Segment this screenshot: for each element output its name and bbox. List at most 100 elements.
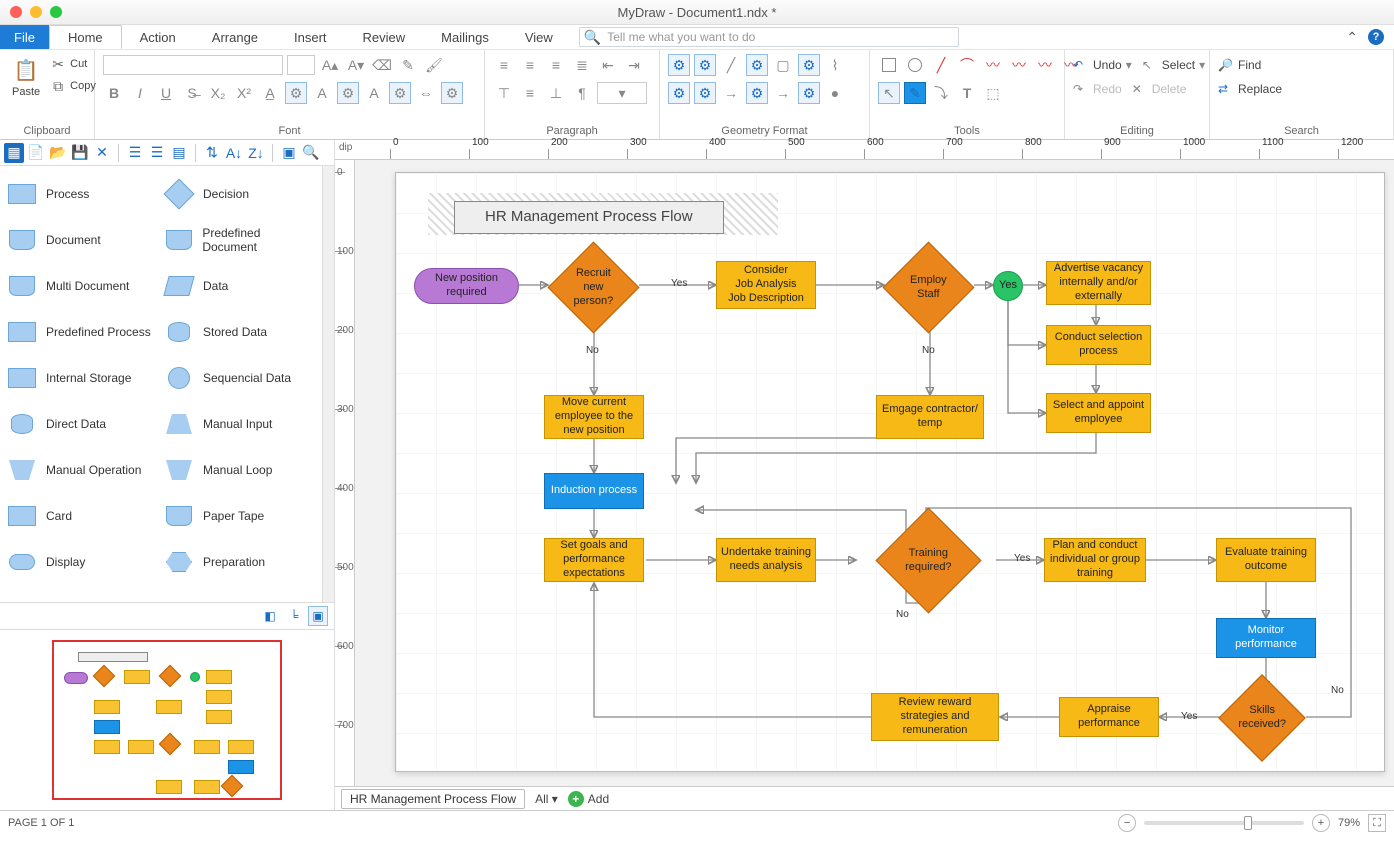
line-style-icon[interactable]: ╱	[720, 54, 742, 76]
arrow-start-icon[interactable]: →	[720, 82, 742, 104]
shadow-icon[interactable]: ▢	[772, 54, 794, 76]
node-select-appoint[interactable]: Select and appoint employee	[1046, 393, 1151, 433]
fill-gear-icon[interactable]: ⚙	[668, 54, 690, 76]
zoom-out-button[interactable]: −	[1118, 814, 1136, 832]
node-yes-circle[interactable]: Yes	[993, 271, 1023, 301]
undo-button[interactable]: ↶Undo▾	[1073, 54, 1132, 76]
shadow-gear-icon[interactable]: ⚙	[798, 54, 820, 76]
chart-title[interactable]: HR Management Process Flow	[454, 201, 724, 234]
node-consider[interactable]: Consider Job Analysis Job Description	[716, 261, 816, 309]
shape-direct-data[interactable]: Direct Data	[6, 404, 159, 444]
shape-stored-data[interactable]: Stored Data	[163, 312, 316, 352]
line-spacing-icon[interactable]: ¶	[571, 82, 593, 104]
tool-line-icon[interactable]: ╱	[930, 54, 952, 76]
shape-seq-data[interactable]: Sequencial Data	[163, 358, 316, 398]
format-painter-icon[interactable]: 🖌	[423, 54, 445, 76]
panel-search-icon[interactable]: 🔍	[301, 143, 321, 163]
decrease-font-icon[interactable]: A▾	[345, 54, 367, 76]
redo-button[interactable]: ↷Redo	[1073, 78, 1122, 100]
node-skills[interactable]: Skills received?	[1218, 674, 1306, 762]
tab-insert[interactable]: Insert	[276, 25, 345, 49]
increase-font-icon[interactable]: A▴	[319, 54, 341, 76]
align-center-icon[interactable]: ≡	[519, 54, 541, 76]
underline-icon[interactable]: U	[155, 82, 177, 104]
panel-toggle-icon[interactable]: ▣	[279, 143, 299, 163]
collapse-ribbon-icon[interactable]: ⌃	[1346, 29, 1358, 46]
geom-gear-3-icon[interactable]: ⚙	[746, 82, 768, 104]
tool-rect-icon[interactable]	[878, 54, 900, 76]
clear-format-icon[interactable]: ⌫	[371, 54, 393, 76]
help-icon[interactable]: ?	[1368, 29, 1384, 45]
sheet-tab-active[interactable]: HR Management Process Flow	[341, 789, 525, 809]
tab-home[interactable]: Home	[49, 25, 122, 49]
pointer-tool-icon[interactable]: ↖	[878, 82, 900, 104]
shape-preparation[interactable]: Preparation	[163, 542, 316, 582]
zoom-in-button[interactable]: +	[1312, 814, 1330, 832]
pencil-tool-icon[interactable]: ✎	[904, 82, 926, 104]
node-conduct-selection[interactable]: Conduct selection process	[1046, 325, 1151, 365]
bullets-icon[interactable]: ≣	[571, 54, 593, 76]
geom-gear-1-icon[interactable]: ⚙	[668, 82, 690, 104]
node-undertake[interactable]: Undertake training needs analysis	[716, 538, 816, 582]
pan-tool-icon[interactable]: ⬚	[982, 82, 1004, 104]
delete-button[interactable]: ✕Delete	[1132, 78, 1187, 100]
shape-document[interactable]: Document	[6, 220, 159, 260]
highlight-icon[interactable]: A	[311, 82, 333, 104]
font-gear-1-icon[interactable]: ⚙	[285, 82, 307, 104]
shape-predef-doc[interactable]: Predefined Document	[163, 220, 316, 260]
tab-mailings[interactable]: Mailings	[423, 25, 507, 49]
indent-left-icon[interactable]: ⇤	[597, 54, 619, 76]
details-view-icon[interactable]: ☰	[147, 143, 167, 163]
tool-curve1-icon[interactable]: 〰	[982, 54, 1004, 76]
list-view-icon[interactable]: ☰	[125, 143, 145, 163]
paragraph-select[interactable]: ▾	[597, 82, 647, 104]
character-spacing-icon[interactable]: ⇔	[415, 82, 437, 104]
subscript-icon[interactable]: X₂	[207, 82, 229, 104]
node-induction[interactable]: Induction process	[544, 473, 644, 509]
font-gear-2-icon[interactable]: ⚙	[337, 82, 359, 104]
indent-right-icon[interactable]: ⇥	[623, 54, 645, 76]
node-recruit[interactable]: Recruit new person?	[548, 242, 640, 334]
node-monitor[interactable]: Monitor performance	[1216, 618, 1316, 658]
node-new-position[interactable]: New position required	[414, 268, 519, 304]
copy-button[interactable]: ⧉Copy	[50, 76, 96, 96]
node-appraise[interactable]: Appraise performance	[1059, 697, 1159, 737]
tool-curve2-icon[interactable]: 〰	[1008, 54, 1030, 76]
shape-data[interactable]: Data	[163, 266, 316, 306]
node-employ[interactable]: Employ Staff	[883, 242, 975, 334]
tab-arrange[interactable]: Arrange	[194, 25, 276, 49]
thumb-tree-icon[interactable]: ╘	[284, 606, 304, 626]
node-plan-conduct[interactable]: Plan and conduct individual or group tra…	[1044, 538, 1146, 582]
node-evaluate[interactable]: Evaluate training outcome	[1216, 538, 1316, 582]
shape-predef-proc[interactable]: Predefined Process	[6, 312, 159, 352]
shape-multi-doc[interactable]: Multi Document	[6, 266, 159, 306]
sort-az-icon[interactable]: A↓	[224, 143, 244, 163]
text-tool-icon[interactable]: T	[956, 82, 978, 104]
valign-mid-icon[interactable]: ≡	[519, 82, 541, 104]
node-training-req[interactable]: Training required?	[875, 507, 981, 613]
font-color-icon[interactable]: A̲	[259, 82, 281, 104]
align-left-icon[interactable]: ≡	[493, 54, 515, 76]
node-review[interactable]: Review reward strategies and remuneratio…	[871, 693, 999, 741]
sort-za-icon[interactable]: Z↓	[246, 143, 266, 163]
shape-manual-op[interactable]: Manual Operation	[6, 450, 159, 490]
tool-curve3-icon[interactable]: 〰	[1034, 54, 1056, 76]
tab-action[interactable]: Action	[122, 25, 194, 49]
save-lib-icon[interactable]: 💾	[70, 143, 90, 163]
geom-gear-4-icon[interactable]: ⚙	[798, 82, 820, 104]
shapes-scrollbar[interactable]	[322, 166, 334, 602]
find-button[interactable]: 🔎Find	[1218, 54, 1261, 76]
tab-review[interactable]: Review	[345, 25, 424, 49]
thumb-page-icon[interactable]: ▣	[308, 606, 328, 626]
shape-decision[interactable]: Decision	[163, 174, 316, 214]
select-button[interactable]: ↖Select▾	[1142, 54, 1205, 76]
shape-display[interactable]: Display	[6, 542, 159, 582]
tool-arc-icon[interactable]: ⌒	[956, 54, 978, 76]
node-engage[interactable]: Emgage contractor/ temp	[876, 395, 984, 439]
valign-top-icon[interactable]: ⊤	[493, 82, 515, 104]
replace-button[interactable]: ⇄Replace	[1218, 78, 1282, 100]
shape-manual-input[interactable]: Manual Input	[163, 404, 316, 444]
cut-button[interactable]: ✂Cut	[50, 54, 96, 74]
font-gear-4-icon[interactable]: ⚙	[441, 82, 463, 104]
bold-icon[interactable]: B	[103, 82, 125, 104]
